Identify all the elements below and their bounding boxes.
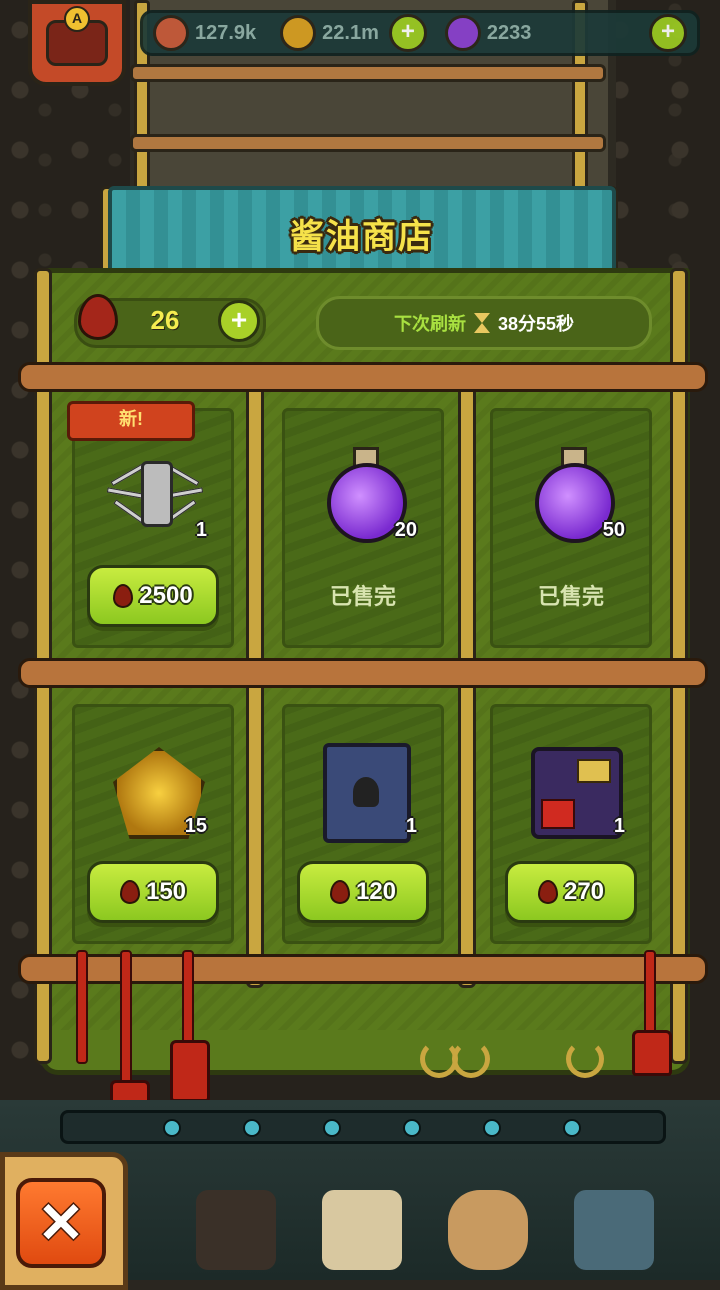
resource-potions-value: 2233 xyxy=(486,21,532,44)
soy-sauce-drop-icon xyxy=(78,294,118,340)
shop-item-slot[interactable]: 新! 1 2500 xyxy=(67,401,234,648)
potion-icon xyxy=(444,15,481,51)
item-quantity: 1 xyxy=(195,519,207,541)
close-button[interactable]: ✕ xyxy=(16,1178,106,1268)
shop-item-slot[interactable]: 20 已售完 xyxy=(282,408,444,648)
shop-title-banner: 酱油商店 xyxy=(108,186,616,280)
soy-sauce-drop-icon xyxy=(119,880,140,904)
shop-item-slot[interactable]: 15 150 xyxy=(72,704,234,944)
item-quantity: 1 xyxy=(613,815,625,837)
spider-creature-icon xyxy=(103,441,204,541)
sold-out-label: 已售完 xyxy=(329,584,396,609)
sold-out-label: 已售完 xyxy=(537,584,604,609)
new-item-badge: 新! xyxy=(67,401,195,441)
shop-item-slot[interactable]: 1 270 xyxy=(490,704,652,944)
ladder-rung xyxy=(130,64,606,82)
item-price: 270 xyxy=(563,878,605,905)
soy-sauce-drop-icon xyxy=(329,880,350,904)
hourglass-icon xyxy=(473,313,490,333)
currency-balance-value: 26 xyxy=(150,305,180,335)
tassel-cord xyxy=(182,950,194,1054)
add-potions-button[interactable]: + xyxy=(649,14,687,52)
item-quantity: 1 xyxy=(405,815,417,837)
resource-eyes: 127.9k xyxy=(153,15,256,51)
tassel-cord xyxy=(76,950,88,1064)
avatar-rank-badge: A xyxy=(64,6,90,32)
dock-rail xyxy=(60,1110,666,1144)
eyeball-icon xyxy=(153,15,189,51)
coin-icon xyxy=(280,15,317,51)
shop-item-slot[interactable]: 1 120 xyxy=(282,704,444,944)
buy-button[interactable]: 270 xyxy=(505,861,637,923)
item-quantity: 20 xyxy=(394,519,417,541)
book-nav-icon[interactable] xyxy=(322,1190,402,1270)
buy-button[interactable]: 120 xyxy=(297,861,429,923)
shelf-pole-top xyxy=(18,362,708,392)
robot-card-icon xyxy=(313,737,413,843)
soy-sauce-drop-icon xyxy=(537,880,558,904)
resource-potions: 2233 xyxy=(444,15,532,51)
monster-nav-icon[interactable] xyxy=(196,1190,276,1270)
item-price: 2500 xyxy=(139,582,193,609)
add-coins-button[interactable]: + xyxy=(388,14,427,52)
refresh-label: 下次刷新 xyxy=(393,314,466,334)
grid-nav-icon[interactable] xyxy=(574,1190,654,1270)
shop-item-slot[interactable]: 50 已售完 xyxy=(490,408,652,648)
item-price: 150 xyxy=(145,878,187,905)
refresh-timer: 下次刷新 38分55秒 xyxy=(316,296,652,350)
red-tassel xyxy=(632,1030,672,1076)
resource-bar: 127.9k 22.1m + 2233 + xyxy=(140,10,700,56)
red-tassel xyxy=(170,1040,210,1102)
resource-coins-value: 22.1m xyxy=(322,21,379,44)
item-price: 120 xyxy=(355,878,397,905)
hook-icon xyxy=(566,1040,604,1078)
add-currency-button[interactable]: + xyxy=(218,300,260,342)
resource-coins: 22.1m xyxy=(280,15,379,51)
resource-eyes-value: 127.9k xyxy=(195,21,257,44)
shelf-pole-middle xyxy=(18,658,708,688)
shop-title: 酱油商店 xyxy=(290,217,434,256)
player-avatar[interactable]: A xyxy=(28,0,126,86)
item-quantity: 50 xyxy=(602,519,625,541)
item-quantity: 15 xyxy=(184,815,207,837)
hook-icon xyxy=(452,1040,490,1078)
treasure-pile-icon xyxy=(521,737,623,839)
ladder-rung xyxy=(130,134,606,152)
buy-button[interactable]: 2500 xyxy=(87,565,219,627)
buy-button[interactable]: 150 xyxy=(87,861,219,923)
soy-sauce-drop-icon xyxy=(113,584,134,608)
refresh-countdown: 38分55秒 xyxy=(497,314,575,334)
bag-nav-icon[interactable] xyxy=(448,1190,528,1270)
